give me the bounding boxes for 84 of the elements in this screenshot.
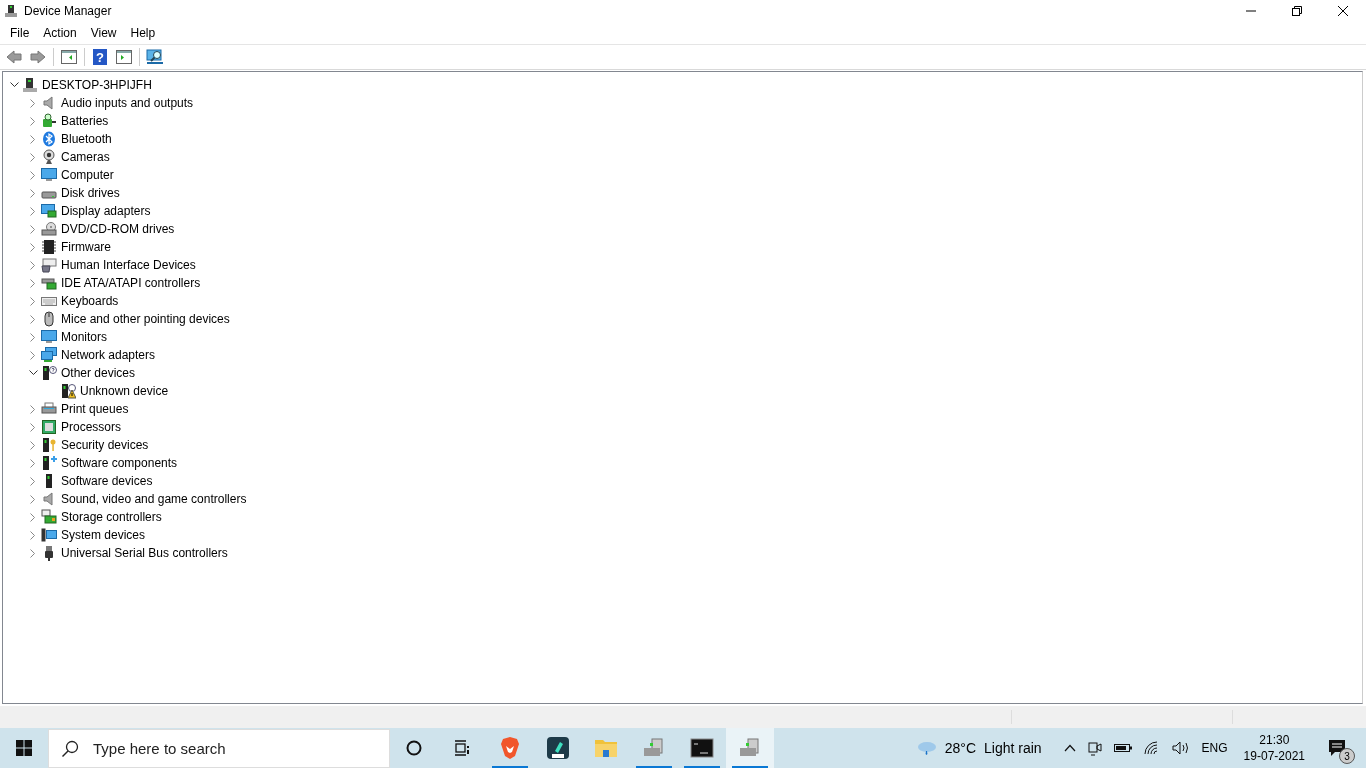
tree-item[interactable]: Universal Serial Bus controllers bbox=[60, 545, 229, 561]
tree-item[interactable]: DESKTOP-3HPIJFH bbox=[41, 77, 153, 93]
lion-head-icon bbox=[498, 736, 522, 760]
search-input[interactable]: Type here to search bbox=[91, 739, 375, 758]
menu-item[interactable]: Action bbox=[36, 24, 84, 42]
tree-item[interactable]: Computer bbox=[60, 167, 115, 183]
tree-item[interactable]: Batteries bbox=[60, 113, 110, 129]
battery-icon bbox=[1113, 743, 1132, 753]
windows-logo-icon bbox=[16, 740, 32, 756]
tree-item[interactable]: Security devices bbox=[60, 437, 150, 453]
controller-card-icon bbox=[41, 275, 57, 291]
tree-item[interactable]: DVD/CD-ROM drives bbox=[60, 221, 176, 237]
menu-item[interactable]: File bbox=[3, 24, 37, 42]
tree-item[interactable]: Software devices bbox=[60, 473, 154, 489]
tree-item[interactable]: Network adapters bbox=[60, 347, 157, 363]
tree-item[interactable]: Sound, video and game controllers bbox=[60, 491, 248, 507]
system-devices-icon bbox=[41, 527, 57, 543]
weather-button[interactable]: 28°C Light rain bbox=[910, 728, 1048, 768]
panel-icon bbox=[61, 50, 77, 64]
panel-icon bbox=[116, 50, 132, 64]
language-button[interactable]: ENG bbox=[1195, 728, 1234, 768]
tree-item[interactable]: Firmware bbox=[60, 239, 112, 255]
tower-key-icon bbox=[41, 437, 57, 453]
chevron-down-icon bbox=[9, 82, 19, 88]
tree-item[interactable]: IDE ATA/ATAPI controllers bbox=[60, 275, 202, 291]
notification-count: 3 bbox=[1339, 748, 1355, 764]
tower-icon bbox=[46, 474, 52, 488]
tree-item[interactable]: System devices bbox=[60, 527, 147, 543]
tree-item[interactable]: Bluetooth bbox=[60, 131, 113, 147]
storage-controller-icon bbox=[41, 509, 57, 525]
webcam-icon bbox=[41, 149, 57, 165]
tree-item[interactable]: Cameras bbox=[60, 149, 111, 165]
mouse-icon bbox=[41, 311, 57, 327]
chevron-up-icon bbox=[1063, 744, 1076, 752]
bluetooth-icon bbox=[41, 131, 57, 147]
tree-item[interactable]: Human Interface Devices bbox=[60, 257, 197, 273]
unknown-device-warning-icon bbox=[60, 383, 76, 399]
menu-item[interactable]: View bbox=[83, 24, 124, 42]
display-adapter-icon bbox=[41, 203, 57, 219]
tree-item[interactable]: Storage controllers bbox=[60, 509, 163, 525]
camera-icon bbox=[1087, 740, 1102, 756]
right-arrow-icon bbox=[30, 50, 46, 64]
rain-cloud-icon bbox=[916, 740, 937, 756]
tree-item[interactable]: Monitors bbox=[60, 329, 108, 345]
wifi-icon bbox=[1143, 741, 1160, 755]
notifications-button[interactable]: 3 bbox=[1315, 728, 1359, 768]
monitor-icon bbox=[41, 329, 57, 345]
chip-icon bbox=[41, 239, 57, 255]
tree-item[interactable]: Software components bbox=[60, 455, 179, 471]
circle-icon bbox=[406, 740, 422, 756]
terminal-icon bbox=[690, 736, 714, 760]
monitor-magnifier-icon bbox=[146, 49, 164, 65]
task-view-icon bbox=[454, 740, 470, 756]
tree-item[interactable]: Disk drives bbox=[60, 185, 121, 201]
menu-item[interactable]: Help bbox=[123, 24, 163, 42]
video-editor-icon bbox=[546, 736, 570, 760]
clock-button[interactable]: 21:30 19-07-2021 bbox=[1233, 732, 1315, 764]
tree-item[interactable]: Processors bbox=[60, 419, 123, 435]
tree-item[interactable]: Print queues bbox=[60, 401, 130, 417]
search-bar[interactable]: Type here to search bbox=[48, 729, 390, 768]
network-monitors-icon bbox=[41, 347, 57, 363]
chevron-down-icon bbox=[28, 370, 38, 376]
tower-puzzle-icon bbox=[41, 455, 57, 471]
restore-icon bbox=[1292, 6, 1302, 16]
tree-item[interactable]: Audio inputs and outputs bbox=[60, 95, 195, 111]
unknown-device-icon bbox=[41, 365, 57, 381]
monitor-icon bbox=[41, 167, 57, 183]
optical-drive-icon bbox=[41, 221, 57, 237]
search-icon bbox=[61, 739, 79, 758]
speaker-icon bbox=[1171, 741, 1190, 755]
tree-item[interactable]: Display adapters bbox=[60, 203, 152, 219]
tree-item[interactable]: Mice and other pointing devices bbox=[60, 311, 231, 327]
tree-item[interactable]: Other devices bbox=[60, 365, 137, 381]
close-icon bbox=[1338, 6, 1348, 16]
tree-item[interactable]: Unknown device bbox=[79, 383, 170, 399]
left-arrow-icon bbox=[6, 50, 22, 64]
device-manager-icon bbox=[4, 4, 18, 18]
processor-icon bbox=[41, 419, 57, 435]
message-icon bbox=[1328, 739, 1346, 757]
window-title: Device Manager bbox=[24, 4, 112, 18]
battery-plug-icon bbox=[41, 113, 57, 129]
tree-item[interactable]: Keyboards bbox=[60, 293, 120, 309]
computer-tower-icon bbox=[22, 77, 38, 93]
printer-icon bbox=[41, 401, 57, 417]
